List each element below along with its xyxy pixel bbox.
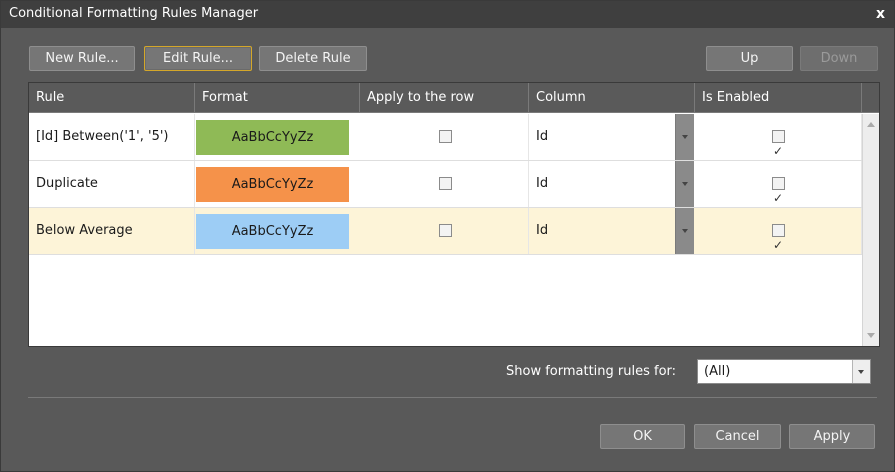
chevron-down-icon xyxy=(682,135,688,139)
column-cell[interactable]: Id xyxy=(529,208,675,254)
column-header-spacer xyxy=(862,83,879,113)
column-dropdown-button[interactable] xyxy=(675,161,694,207)
dialog-title: Conditional Formatting Rules Manager xyxy=(9,6,259,21)
title-bar[interactable]: Conditional Formatting Rules Manager x xyxy=(1,1,894,28)
format-preview[interactable]: AaBbCcYyZz xyxy=(196,120,349,155)
apply-to-row-cell xyxy=(360,208,529,254)
table-row-selected[interactable]: Below Average AaBbCcYyZz Id xyxy=(29,208,862,268)
apply-button[interactable]: Apply xyxy=(789,424,875,449)
is-enabled-checkbox[interactable] xyxy=(772,128,785,174)
rule-cell[interactable]: Below Average xyxy=(29,208,195,254)
is-enabled-checkbox[interactable] xyxy=(772,175,785,221)
show-rules-for-value: (All) xyxy=(704,364,731,379)
grid-header: Rule Format Apply to the row Column Is E… xyxy=(29,83,879,113)
column-header-rule[interactable]: Rule xyxy=(29,83,195,113)
rule-cell[interactable]: [Id] Between('1', '5') xyxy=(29,114,195,160)
column-cell[interactable]: Id xyxy=(529,161,675,207)
vertical-scrollbar[interactable] xyxy=(862,114,879,346)
rule-cell[interactable]: Duplicate xyxy=(29,161,195,207)
table-row[interactable]: [Id] Between('1', '5') AaBbCcYyZz Id xyxy=(29,114,862,174)
close-icon[interactable]: x xyxy=(876,6,885,22)
rules-manager-dialog: Conditional Formatting Rules Manager x N… xyxy=(0,0,895,472)
chevron-down-icon xyxy=(682,182,688,186)
edit-rule-button[interactable]: Edit Rule... xyxy=(144,46,252,71)
is-enabled-checkbox[interactable] xyxy=(772,222,785,268)
column-cell[interactable]: Id xyxy=(529,114,675,160)
show-rules-for-dropdown-button[interactable] xyxy=(852,360,870,383)
new-rule-button[interactable]: New Rule... xyxy=(29,46,135,71)
column-header-apply-to-row[interactable]: Apply to the row xyxy=(360,83,529,113)
scroll-down-icon[interactable] xyxy=(867,333,875,338)
move-up-button[interactable]: Up xyxy=(706,46,793,71)
show-rules-for-label: Show formatting rules for: xyxy=(506,364,677,379)
apply-to-row-cell xyxy=(360,114,529,160)
column-dropdown-button[interactable] xyxy=(675,208,694,254)
rules-grid: Rule Format Apply to the row Column Is E… xyxy=(28,82,880,347)
delete-rule-button[interactable]: Delete Rule xyxy=(259,46,367,71)
column-header-column[interactable]: Column xyxy=(529,83,695,113)
is-enabled-cell xyxy=(695,161,862,221)
chevron-down-icon xyxy=(858,370,864,374)
apply-to-row-checkbox[interactable] xyxy=(439,130,452,143)
is-enabled-cell xyxy=(695,114,862,174)
is-enabled-cell xyxy=(695,208,862,268)
format-preview[interactable]: AaBbCcYyZz xyxy=(196,167,349,202)
column-header-is-enabled[interactable]: Is Enabled xyxy=(695,83,862,113)
table-row[interactable]: Duplicate AaBbCcYyZz Id xyxy=(29,161,862,221)
move-down-button[interactable]: Down xyxy=(800,46,878,71)
format-preview[interactable]: AaBbCcYyZz xyxy=(196,214,349,249)
scroll-up-icon[interactable] xyxy=(867,122,875,127)
separator xyxy=(28,397,877,398)
cancel-button[interactable]: Cancel xyxy=(694,424,781,449)
ok-button[interactable]: OK xyxy=(600,424,685,449)
apply-to-row-checkbox[interactable] xyxy=(439,177,452,190)
column-dropdown-button[interactable] xyxy=(675,114,694,160)
show-rules-for-select[interactable]: (All) xyxy=(697,359,871,384)
column-header-format[interactable]: Format xyxy=(195,83,360,113)
chevron-down-icon xyxy=(682,229,688,233)
apply-to-row-checkbox[interactable] xyxy=(439,224,452,237)
apply-to-row-cell xyxy=(360,161,529,207)
